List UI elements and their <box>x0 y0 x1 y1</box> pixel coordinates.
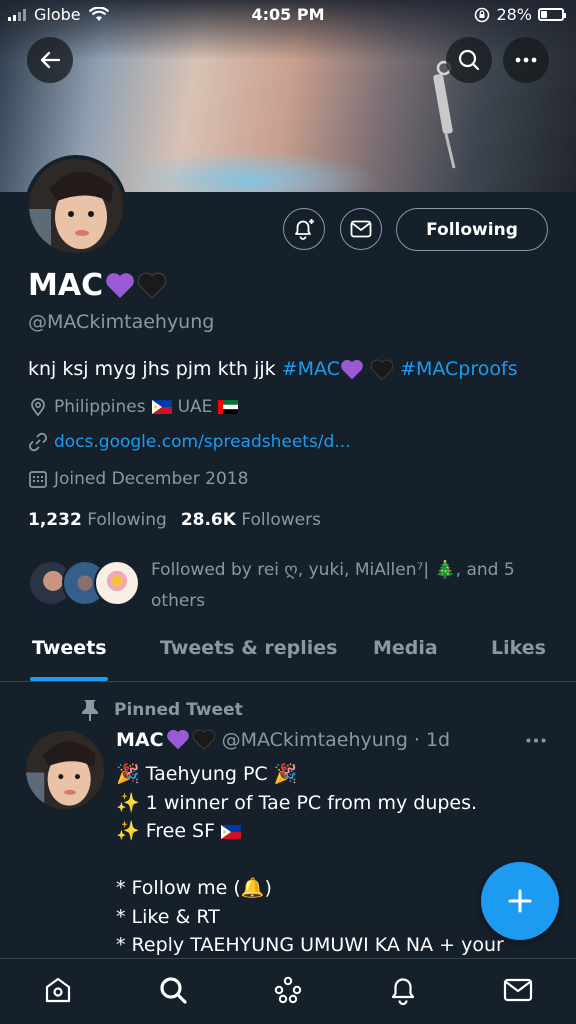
avatar <box>94 560 140 606</box>
nav-notifications[interactable] <box>386 973 420 1007</box>
avatar-portrait <box>29 159 123 253</box>
tab-media[interactable]: Media <box>373 637 438 659</box>
more-options-button[interactable] <box>503 37 549 83</box>
link-row: docs.google.com/spreadsheets/d... <box>28 432 351 452</box>
pinned-tweet-label: Pinned Tweet <box>80 698 243 722</box>
followed-by-line-1: Followed by rei ღ, yuki, MiAllen⁷| 🎄, an… <box>151 560 515 580</box>
bottom-navigation <box>0 958 576 1024</box>
follow-counts: 1,232 Following 28.6K Followers <box>28 510 321 530</box>
tweet-line: ✨ Free SF <box>116 820 216 842</box>
battery-percent: 28% <box>496 5 532 24</box>
profile-avatar[interactable] <box>25 155 127 257</box>
notifications-button[interactable] <box>283 208 325 250</box>
banner-glow <box>120 150 380 192</box>
profile-handle: @MACkimtaehyung <box>28 311 215 333</box>
search-icon <box>458 49 480 71</box>
tab-tweets-replies[interactable]: Tweets & replies <box>160 637 337 659</box>
orientation-lock-icon <box>475 7 490 22</box>
tweet-line-with-flag: ✨ Free SF <box>116 817 556 846</box>
profile-link[interactable]: docs.google.com/spreadsheets/d... <box>54 432 351 452</box>
profile-name-text: MAC <box>28 268 104 303</box>
avatar-portrait <box>26 731 104 809</box>
hashtag-mac[interactable]: #MAC <box>282 358 340 380</box>
more-icon <box>515 57 537 63</box>
tweet-author-text: MAC <box>116 729 164 751</box>
tab-likes[interactable]: Likes <box>491 637 546 659</box>
followers-count: 28.6K <box>180 510 236 530</box>
tweet-more-button[interactable] <box>524 728 548 752</box>
search-button[interactable] <box>446 37 492 83</box>
tweet-line: ✨ 1 winner of Tae PC from my dupes. <box>116 791 478 814</box>
following-count: 1,232 <box>28 510 82 530</box>
battery-icon <box>538 8 566 21</box>
status-bar: Globe 4:05 PM 28% <box>0 0 576 30</box>
search-icon <box>160 977 187 1004</box>
tweet-time: · 1d <box>413 729 451 751</box>
location-text-2: UAE <box>177 397 213 417</box>
profile-bio: knj ksj myg jhs pjm kth jjk #MAC #MACpro… <box>28 358 518 381</box>
bell-plus-icon <box>295 219 314 240</box>
more-icon <box>526 738 546 742</box>
tweet-author-name[interactable]: MAC <box>116 729 216 751</box>
home-icon <box>45 977 71 1003</box>
location-row: Philippines UAE <box>28 397 239 417</box>
black-heart-icon <box>137 272 167 299</box>
following-button[interactable]: Following <box>396 208 548 251</box>
joined-row: Joined December 2018 <box>28 469 248 489</box>
philippines-flag-icon <box>151 400 172 414</box>
philippines-flag-icon <box>221 824 242 839</box>
followed-by-section[interactable]: Followed by rei ღ, yuki, MiAllen⁷| 🎄, an… <box>28 555 548 615</box>
nav-home[interactable] <box>41 973 75 1007</box>
followers-label: Followers <box>241 510 321 530</box>
location-pin-icon <box>31 398 45 417</box>
followed-by-line-2: others <box>151 591 206 611</box>
active-tab-indicator <box>30 677 108 681</box>
tweet-header: MAC @MACkimtaehyung · 1d <box>116 729 450 751</box>
tweet-line: 🎉 Taehyung PC 🎉 <box>116 763 298 785</box>
profile-tabs: Tweets Tweets & replies Media Likes <box>0 625 576 682</box>
tweet-line: * Reply TAEHYUNG UMUWI KA NA + your <box>116 934 504 956</box>
plus-icon <box>508 889 532 913</box>
pin-icon <box>82 700 98 721</box>
nav-messages[interactable] <box>501 973 535 1007</box>
tweet-text: 🎉 Taehyung PC 🎉 ✨ 1 winner of Tae PC fro… <box>116 760 556 960</box>
uae-flag-icon <box>218 400 239 414</box>
link-icon <box>29 432 47 452</box>
purple-heart-icon <box>106 272 134 298</box>
back-arrow-icon <box>40 51 61 69</box>
message-button[interactable] <box>340 208 382 250</box>
back-button[interactable] <box>27 37 73 83</box>
tweet-author-handle: @MACkimtaehyung <box>221 729 408 751</box>
black-heart-icon <box>192 729 215 750</box>
bell-icon <box>391 978 415 1005</box>
purple-heart-icon <box>166 729 189 750</box>
status-right: 28% <box>474 5 566 24</box>
spaces-icon <box>274 976 302 1004</box>
mail-icon <box>503 978 533 1002</box>
following-label: Following <box>87 510 167 530</box>
calendar-icon <box>29 471 47 488</box>
black-heart-icon <box>370 359 394 380</box>
purple-heart-icon <box>341 359 363 379</box>
location-text-1: Philippines <box>54 397 146 417</box>
pinned-text: Pinned Tweet <box>114 700 243 720</box>
tab-tweets[interactable]: Tweets <box>32 637 107 659</box>
nav-search[interactable] <box>156 973 190 1007</box>
bio-text: knj ksj myg jhs pjm kth jjk <box>28 358 282 380</box>
tweet-line <box>116 846 556 875</box>
joined-text: Joined December 2018 <box>54 469 249 489</box>
hashtag-macproofs[interactable]: #MACproofs <box>400 358 518 380</box>
nav-spaces[interactable] <box>271 973 305 1007</box>
profile-name: MAC <box>28 268 167 303</box>
compose-tweet-button[interactable] <box>481 862 559 940</box>
following-count-link[interactable]: 1,232 Following <box>28 510 167 530</box>
mail-icon <box>350 220 372 238</box>
tweet-avatar[interactable] <box>26 731 104 809</box>
followers-count-link[interactable]: 28.6K Followers <box>181 510 321 530</box>
followed-by-text: Followed by rei ღ, yuki, MiAllen⁷| 🎄, an… <box>151 555 551 617</box>
followed-by-avatars <box>28 560 143 608</box>
